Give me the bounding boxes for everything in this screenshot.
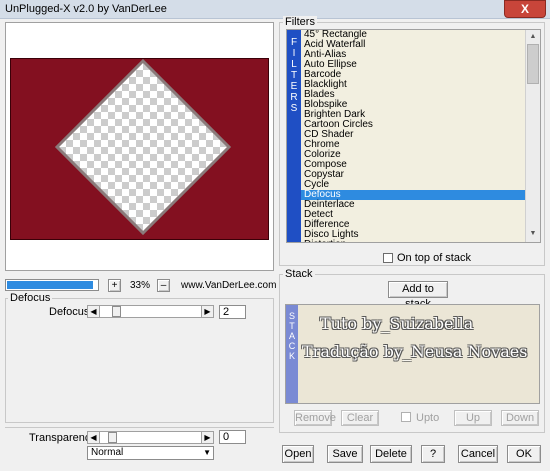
save-button[interactable]: Save [327,445,363,463]
strip-letter: T [289,321,295,331]
slider-left-arrow-icon[interactable]: ◀ [88,432,100,443]
divider [5,427,274,428]
zoom-out-button[interactable]: – [157,279,170,292]
filter-item[interactable]: Blacklight [301,80,525,90]
transparency-value-input[interactable]: 0 [219,430,246,444]
filters-list-items[interactable]: 45° Rectangle Acid Waterfall Anti-Alias Aut… [301,30,525,242]
add-to-stack-button[interactable]: Add to stack [388,281,448,310]
defocus-group-title: Defocus [8,292,53,304]
ok-button[interactable]: OK [507,445,541,463]
blend-mode-select[interactable]: Normal ▼ [87,446,214,460]
close-button[interactable]: X [504,0,546,18]
zoom-in-button[interactable]: + [108,279,121,292]
strip-letter: S [288,311,295,321]
strip-letter: I [292,48,296,59]
window-title: UnPlugged-X v2.0 by VanDerLee [5,3,167,15]
scroll-down-icon[interactable]: ▼ [527,228,539,240]
stack-vertical-label: STACK [286,305,298,403]
on-top-label: On top of stack [397,252,471,264]
defocus-value-input[interactable]: 2 [219,305,246,319]
remove-button[interactable]: Remove [294,410,336,426]
transparency-slider[interactable]: ◀ ▶ [87,431,214,444]
strip-letter: A [288,331,295,341]
defocus-param-label: Defocus [49,306,90,318]
strip-letter: C [288,341,296,351]
zoom-progress-fill [7,281,93,289]
strip-letter: S [290,103,298,114]
strip-letter: T [290,70,298,81]
stack-group-title: Stack [283,268,315,280]
defocus-slider-thumb[interactable] [112,306,121,317]
filters-list[interactable]: FILTERS 45° Rectangle Acid Waterfall Anti-… [286,29,541,243]
slider-right-arrow-icon[interactable]: ▶ [201,306,213,317]
up-button[interactable]: Up [454,410,492,426]
strip-letter: R [290,92,298,103]
filters-group: FILTERS 45° Rectangle Acid Waterfall Anti-… [279,22,545,266]
watermark-line-2: Tradução by_Neusa Novaes [302,342,528,361]
slider-right-arrow-icon[interactable]: ▶ [201,432,213,443]
slider-left-arrow-icon[interactable]: ◀ [88,306,100,317]
blend-mode-value: Normal [91,447,124,458]
zoom-value: 33% [130,280,151,291]
stack-list[interactable]: STACK Tuto by_Suizabella Tradução by_Neu… [285,304,540,404]
strip-letter: E [290,81,298,92]
defocus-slider[interactable]: ◀ ▶ [87,305,214,318]
transparency-label: Transparency [29,432,96,444]
strip-letter: K [288,351,295,361]
transparency-slider-thumb[interactable] [108,432,117,443]
strip-letter: F [290,37,298,48]
open-button[interactable]: Open [282,445,314,463]
filter-item[interactable]: Distortion [301,240,525,243]
filter-item[interactable]: Copystar [301,170,525,180]
on-top-checkbox[interactable] [383,253,393,263]
filters-group-title: Filters [283,16,317,28]
preview-frame [5,22,274,271]
chevron-down-icon: ▼ [203,448,211,457]
watermark-line-1: Tuto by_Suizabella [320,314,474,333]
filter-item[interactable]: Deinterlace [301,200,525,210]
preview-image [54,59,232,236]
scroll-up-icon[interactable]: ▲ [527,31,539,43]
filters-vertical-label: FILTERS [287,30,301,242]
delete-button[interactable]: Delete [370,445,412,463]
filters-scrollbar[interactable]: ▲ ▼ [525,30,540,242]
strip-letter: L [291,59,297,70]
zoom-progress [5,279,99,291]
scrollbar-thumb[interactable] [527,44,539,84]
help-button[interactable]: ? [421,445,445,463]
upto-label: Upto [416,412,440,424]
clear-button[interactable]: Clear [341,410,379,426]
down-button[interactable]: Down [501,410,539,426]
preview-canvas[interactable] [10,58,269,240]
cancel-button[interactable]: Cancel [458,445,498,463]
website-link[interactable]: www.VanDerLee.com [181,280,276,291]
upto-checkbox[interactable] [401,412,411,422]
